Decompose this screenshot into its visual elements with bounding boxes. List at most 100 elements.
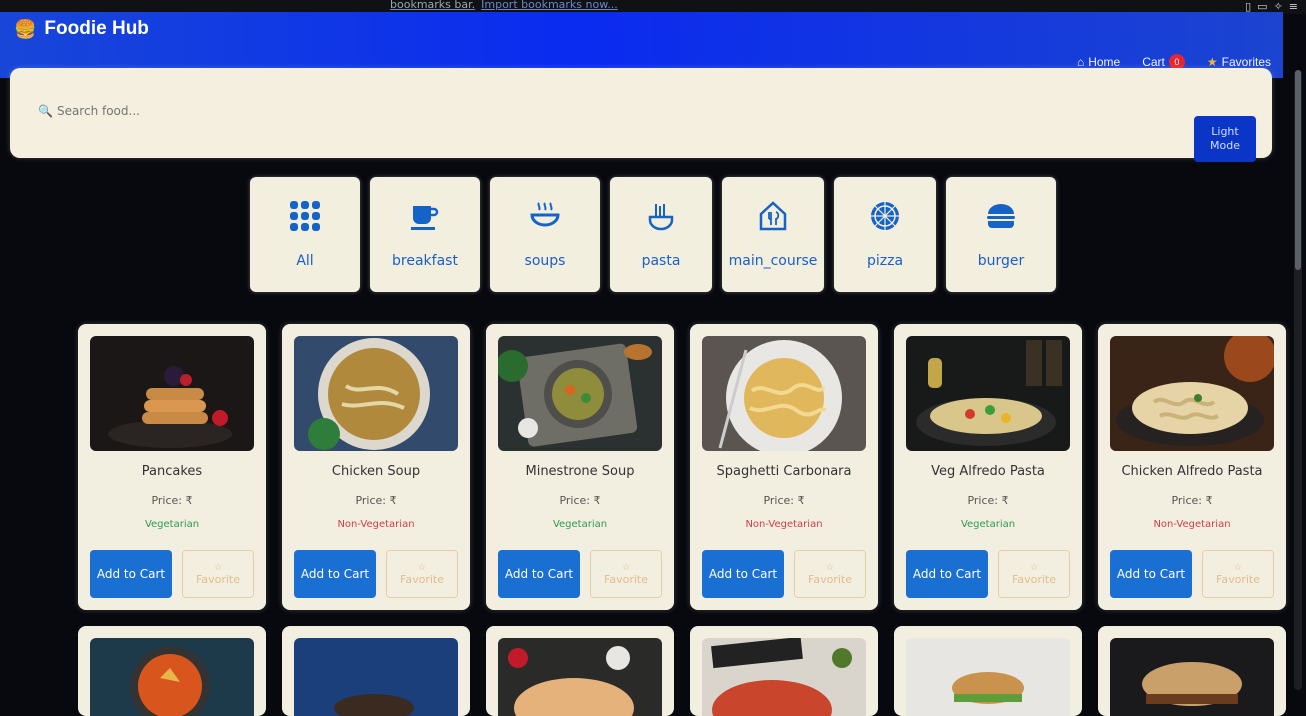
product-actions: Add to Cart ☆ Favorite xyxy=(702,550,866,598)
favorite-button[interactable]: ☆ Favorite xyxy=(590,550,662,598)
import-bookmarks-link[interactable]: bookmarks bar. Import bookmarks now... xyxy=(390,0,618,11)
nav-favorites-label: Favorites xyxy=(1221,55,1271,69)
favorite-button[interactable]: ☆ Favorite xyxy=(794,550,866,598)
favorite-label: Favorite xyxy=(604,572,648,586)
favorite-label: Favorite xyxy=(400,572,444,586)
product-card xyxy=(282,626,470,716)
search-icon: 🔍 xyxy=(38,104,53,118)
add-to-cart-button[interactable]: Add to Cart xyxy=(90,550,172,598)
category-main-course[interactable]: main_course xyxy=(722,177,824,292)
category-burger[interactable]: burger xyxy=(946,177,1056,292)
category-pizza[interactable]: pizza xyxy=(834,177,936,292)
favorite-button[interactable]: ☆ Favorite xyxy=(1202,550,1274,598)
light-mode-button[interactable]: Light Mode xyxy=(1194,116,1256,162)
category-pasta[interactable]: pasta xyxy=(610,177,712,292)
star-icon: ☆ xyxy=(213,562,223,573)
product-actions: Add to Cart ☆ Favorite xyxy=(294,550,458,598)
add-to-cart-button[interactable]: Add to Cart xyxy=(702,550,784,598)
product-name: Veg Alfredo Pasta xyxy=(931,464,1045,479)
product-name: Minestrone Soup xyxy=(525,464,635,479)
product-name: Spaghetti Carbonara xyxy=(716,464,852,479)
star-icon: ☆ xyxy=(417,562,427,573)
category-label: burger xyxy=(977,253,1025,269)
product-price: Price: ₹ xyxy=(763,494,805,507)
category-label: pasta xyxy=(641,253,681,269)
light-mode-label: Light Mode xyxy=(1210,125,1240,152)
product-image xyxy=(906,336,1070,451)
product-name: Pancakes xyxy=(141,464,203,479)
home-icon: ⌂ xyxy=(1076,55,1085,69)
star-icon: ★ xyxy=(1206,55,1218,69)
product-name: Chicken Alfredo Pasta xyxy=(1121,464,1263,479)
add-to-cart-button[interactable]: Add to Cart xyxy=(498,550,580,598)
product-type: Vegetarian xyxy=(144,519,200,530)
product-actions: Add to Cart ☆ Favorite xyxy=(90,550,254,598)
add-to-cart-button[interactable]: Add to Cart xyxy=(294,550,376,598)
product-image xyxy=(702,638,866,716)
product-card: Pancakes Price: ₹ Vegetarian Add to Cart… xyxy=(78,324,266,610)
category-label: soups xyxy=(524,253,566,269)
category-breakfast[interactable]: breakfast xyxy=(370,177,480,292)
product-actions: Add to Cart ☆ Favorite xyxy=(1110,550,1274,598)
house-icon xyxy=(757,200,789,239)
menu-icon[interactable]: ≡ xyxy=(1289,0,1298,13)
product-image xyxy=(498,638,662,716)
product-actions: Add to Cart ☆ Favorite xyxy=(498,550,662,598)
star-icon: ☆ xyxy=(1233,562,1243,573)
product-grid-row-2 xyxy=(78,626,1286,716)
product-price: Price: ₹ xyxy=(559,494,601,507)
product-image xyxy=(90,638,254,716)
product-card: Chicken Soup Price: ₹ Non-Vegetarian Add… xyxy=(282,324,470,610)
brand-title: Foodie Hub xyxy=(44,18,149,39)
favorite-button[interactable]: ☆ Favorite xyxy=(182,550,254,598)
product-type: Vegetarian xyxy=(552,519,608,530)
category-label: breakfast xyxy=(392,253,458,269)
favorite-button[interactable]: ☆ Favorite xyxy=(998,550,1070,598)
product-card: Spaghetti Carbonara Price: ₹ Non-Vegetar… xyxy=(690,324,878,610)
product-actions: Add to Cart ☆ Favorite xyxy=(906,550,1070,598)
add-to-cart-button[interactable]: Add to Cart xyxy=(906,550,988,598)
product-card xyxy=(486,626,674,716)
search-input[interactable] xyxy=(56,104,257,118)
product-card: Minestrone Soup Price: ₹ Vegetarian Add … xyxy=(486,324,674,610)
bookmarks-prefix-text: bookmarks bar. xyxy=(390,0,476,11)
nav-favorites[interactable]: ★ Favorites xyxy=(1207,55,1271,69)
search-field[interactable]: 🔍 xyxy=(38,104,257,118)
product-card: Veg Alfredo Pasta Price: ₹ Vegetarian Ad… xyxy=(894,324,1082,610)
import-bookmarks-label[interactable]: Import bookmarks now... xyxy=(481,0,618,11)
star-icon: ☆ xyxy=(621,562,631,573)
noodles-icon xyxy=(645,200,677,239)
bowl-icon xyxy=(529,200,561,239)
product-card: Chicken Alfredo Pasta Price: ₹ Non-Veget… xyxy=(1098,324,1286,610)
scrollbar-thumb[interactable] xyxy=(1295,70,1301,270)
product-type: Non-Vegetarian xyxy=(337,519,415,530)
product-image xyxy=(294,638,458,716)
favorite-button[interactable]: ☆ Favorite xyxy=(386,550,458,598)
product-price: Price: ₹ xyxy=(967,494,1009,507)
product-price: Price: ₹ xyxy=(355,494,397,507)
product-image xyxy=(702,336,866,451)
product-name: Chicken Soup xyxy=(331,464,421,479)
burger-logo-icon: 🍔 xyxy=(14,18,37,39)
grid-icon xyxy=(289,200,321,239)
product-image xyxy=(1110,638,1274,716)
page-scrollbar[interactable] xyxy=(1294,70,1302,690)
category-list: All breakfast soups pasta main_course pi… xyxy=(250,177,1056,292)
favorite-label: Favorite xyxy=(1216,572,1260,586)
favorite-label: Favorite xyxy=(1012,572,1056,586)
category-all[interactable]: All xyxy=(250,177,360,292)
product-price: Price: ₹ xyxy=(1171,494,1213,507)
search-panel: 🔍 Light Mode xyxy=(10,68,1272,162)
product-type: Non-Vegetarian xyxy=(745,519,823,530)
nav-cart-label: Cart xyxy=(1142,55,1165,69)
star-icon: ☆ xyxy=(1029,562,1039,573)
nav-home-label: Home xyxy=(1088,55,1121,69)
product-card xyxy=(1098,626,1286,716)
product-card xyxy=(690,626,878,716)
category-soups[interactable]: soups xyxy=(490,177,600,292)
add-to-cart-button[interactable]: Add to Cart xyxy=(1110,550,1192,598)
nav-home[interactable]: ⌂ Home xyxy=(1077,55,1120,69)
category-label: pizza xyxy=(866,253,904,269)
brand[interactable]: 🍔 Foodie Hub xyxy=(14,18,149,40)
favorite-label: Favorite xyxy=(196,572,240,586)
